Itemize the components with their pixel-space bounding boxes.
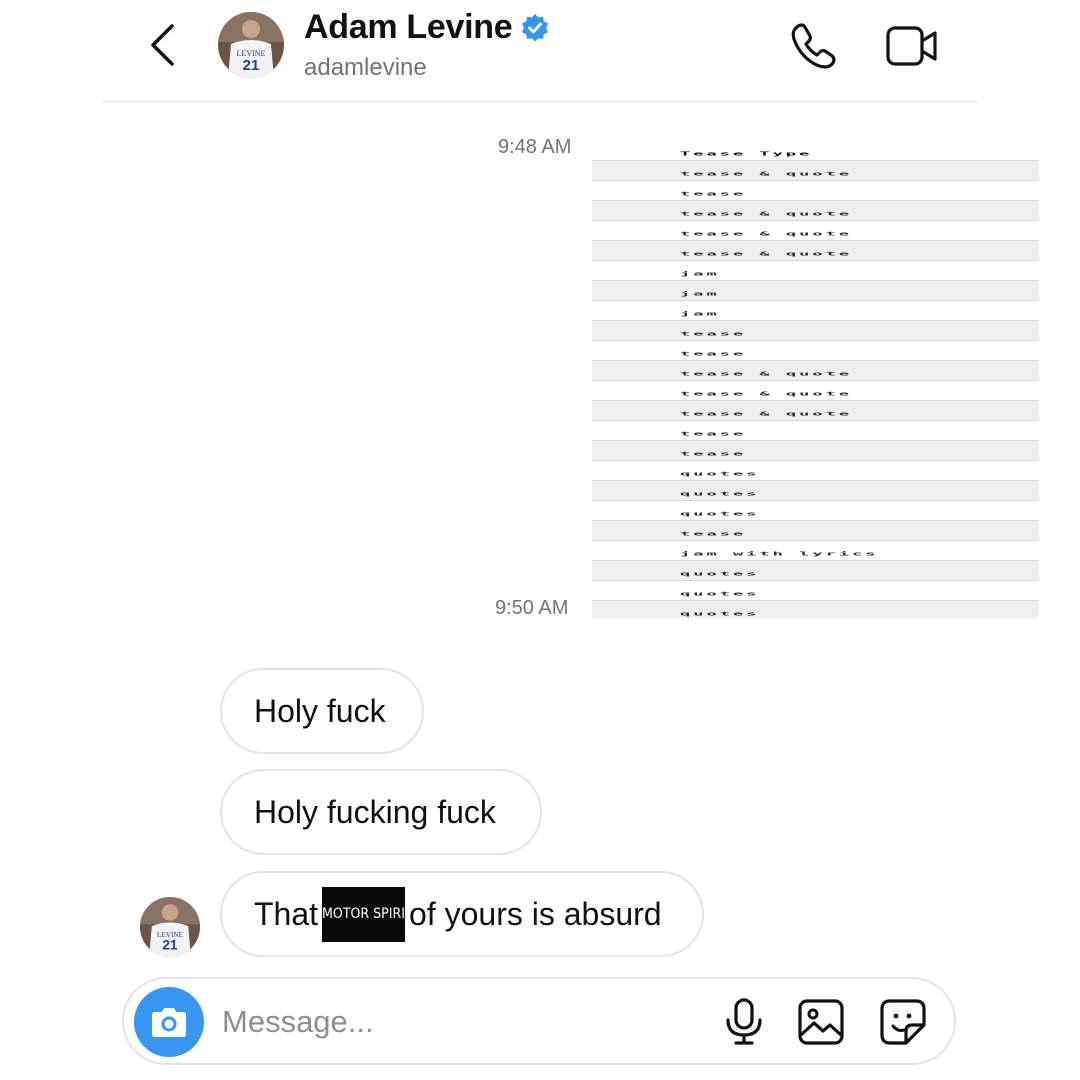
message-bubble[interactable]: Holy fuck	[220, 668, 424, 754]
sheet-row: tease & quote	[592, 221, 1039, 241]
message-timestamp: 9:50 AM	[495, 597, 569, 619]
sheet-cell: tease	[680, 330, 747, 338]
sticker-icon	[880, 999, 926, 1045]
redacted-word-box: MOTOR SPIRIT	[322, 886, 413, 942]
sheet-row: quotes	[592, 481, 1039, 501]
video-camera-icon	[886, 26, 937, 66]
sheet-row: tease & quote	[592, 161, 1039, 181]
message-text-after: of yours is absurd	[409, 895, 662, 932]
sheet-cell: tease	[680, 530, 747, 538]
image-icon	[798, 999, 844, 1045]
sender-avatar[interactable]: LEVINE 21	[140, 897, 200, 957]
camera-button[interactable]	[134, 987, 204, 1057]
phone-icon	[791, 23, 836, 69]
avatar[interactable]: LEVINE 21	[218, 12, 284, 78]
message-bubble[interactable]: Holy fucking fuck	[220, 769, 542, 855]
sheet-cell: jam	[680, 270, 720, 278]
voice-message-button[interactable]	[722, 997, 766, 1047]
sheet-row: jam	[592, 301, 1039, 321]
sheet-row: tease & quote	[592, 241, 1039, 261]
message-text: Holy fucking fuck	[254, 793, 496, 830]
sheet-row: quotes	[592, 601, 1039, 618]
sheet-cell: tease & quote	[680, 170, 853, 178]
sheet-cell: jam	[680, 290, 720, 298]
microphone-icon	[726, 998, 762, 1045]
sheet-row: tease	[592, 181, 1039, 201]
chevron-left-icon	[151, 24, 174, 66]
gallery-button[interactable]	[796, 997, 846, 1047]
message-composer	[122, 977, 956, 1065]
sheet-row: tease	[592, 421, 1039, 441]
contact-username: adamlevine	[304, 54, 427, 81]
sheet-row: jam with lyrics	[592, 541, 1039, 561]
sheet-cell: tease & quote	[680, 210, 853, 218]
sheet-row: tease & quote	[592, 201, 1039, 221]
camera-icon	[152, 1008, 186, 1037]
sheet-cell: jam with lyrics	[680, 550, 879, 558]
sheet-row: tease	[592, 521, 1039, 541]
video-call-button[interactable]	[884, 20, 940, 72]
sheet-cell: quotes	[680, 590, 760, 598]
sheet-cell: tease & quote	[680, 230, 853, 238]
svg-text:21: 21	[243, 57, 260, 74]
sheet-cell: tease	[680, 450, 747, 458]
sheet-cell: tease	[680, 190, 747, 198]
sheet-row: quotes	[592, 581, 1039, 601]
audio-call-button[interactable]	[788, 20, 840, 72]
sheet-cell: quotes	[680, 510, 760, 518]
chat-header: LEVINE 21 Adam Levine adamlevine	[102, 0, 978, 102]
verified-badge-icon	[522, 13, 549, 42]
sheet-row: tease	[592, 341, 1039, 361]
sheet-header-row: Tease Type	[592, 141, 1039, 161]
sheet-cell: quotes	[680, 470, 760, 478]
sheet-row: quotes	[592, 561, 1039, 581]
message-input[interactable]	[220, 995, 664, 1049]
sheet-cell: tease	[680, 350, 747, 358]
sheet-row: tease & quote	[592, 361, 1039, 381]
message-text: Holy fuck	[254, 692, 386, 729]
sheet-row: tease & quote	[592, 381, 1039, 401]
sheet-cell: quotes	[680, 490, 760, 498]
contact-name[interactable]: Adam Levine	[304, 8, 550, 47]
sheet-row: jam	[592, 281, 1039, 301]
sheet-row: tease & quote	[592, 401, 1039, 421]
sheet-cell: tease	[680, 430, 747, 438]
message-timestamp: 9:48 AM	[498, 136, 572, 158]
contact-name-label: Adam Levine	[304, 8, 513, 46]
sheet-cell: quotes	[680, 610, 760, 618]
sheet-header-cell: Tease Type	[680, 150, 813, 158]
sheet-cell: quotes	[680, 570, 760, 578]
sheet-cell: tease & quote	[680, 370, 853, 378]
sheet-cell: tease & quote	[680, 410, 853, 418]
back-button[interactable]	[142, 20, 182, 70]
sheet-cell: jam	[680, 310, 720, 318]
sheet-row: tease	[592, 441, 1039, 461]
sheet-row: quotes	[592, 501, 1039, 521]
sheet-row: quotes	[592, 461, 1039, 481]
sheet-row: jam	[592, 261, 1039, 281]
sheet-row: tease	[592, 321, 1039, 341]
message-bubble[interactable]: That MOTOR SPIRIT of yours is absurd	[220, 871, 704, 957]
sheet-cell: tease & quote	[680, 250, 853, 258]
message-text-before: That	[254, 895, 319, 932]
sticker-button[interactable]	[878, 997, 928, 1047]
shared-image-spreadsheet[interactable]: Tease Type tease & quote tease tease & quo…	[592, 141, 1039, 618]
svg-text:21: 21	[162, 938, 178, 953]
sheet-cell: tease & quote	[680, 390, 853, 398]
